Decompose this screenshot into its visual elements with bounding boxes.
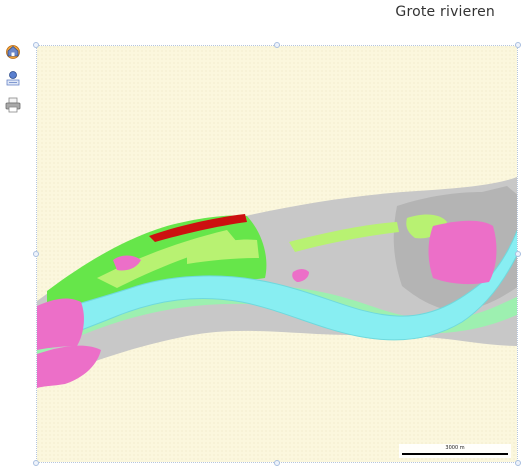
zoom-extent-icon[interactable] bbox=[4, 69, 22, 87]
frame-handle-top-left[interactable] bbox=[33, 42, 39, 48]
map-canvas[interactable]: 3000 m bbox=[36, 45, 518, 463]
frame-handle-bottom-right[interactable] bbox=[515, 460, 521, 466]
map-drawing[interactable] bbox=[37, 46, 518, 463]
pink-area-west bbox=[37, 298, 84, 350]
home-icon[interactable] bbox=[4, 42, 22, 60]
scale-bar-label: 3000 m bbox=[445, 445, 465, 451]
frame-handle-mid-left[interactable] bbox=[33, 251, 39, 257]
frame-handle-mid-right[interactable] bbox=[515, 251, 521, 257]
page-title: Grote rivieren bbox=[395, 4, 495, 20]
frame-handle-bottom-mid[interactable] bbox=[274, 460, 280, 466]
frame-handle-top-mid[interactable] bbox=[274, 42, 280, 48]
map-toolbar bbox=[4, 42, 24, 123]
scale-bar: 3000 m bbox=[399, 444, 511, 458]
scale-bar-line bbox=[402, 453, 508, 455]
frame-handle-top-right[interactable] bbox=[515, 42, 521, 48]
pink-area-east bbox=[428, 220, 497, 285]
frame-handle-bottom-left[interactable] bbox=[33, 460, 39, 466]
print-icon[interactable] bbox=[4, 96, 22, 114]
